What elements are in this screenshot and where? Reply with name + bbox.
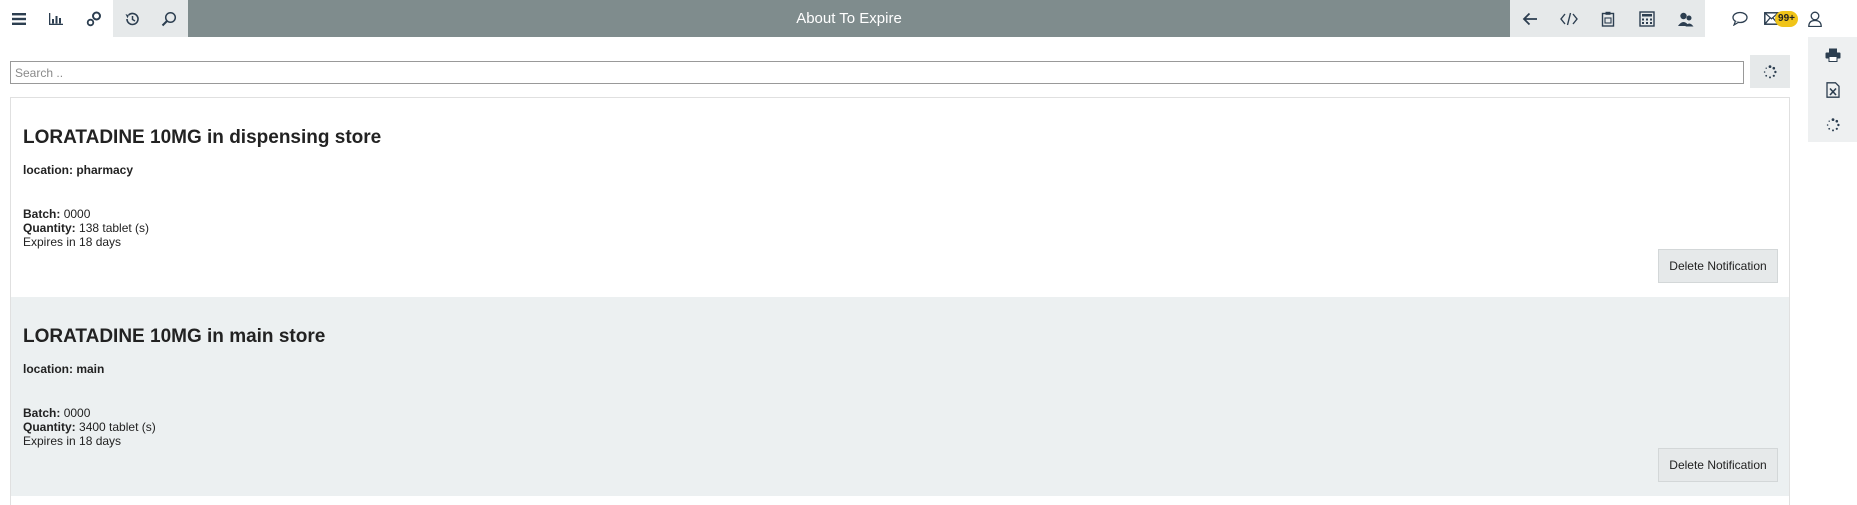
notification-title: LORATADINE 10MG in dispensing store	[23, 127, 382, 148]
notification-title: LORATADINE 10MG in main store	[23, 326, 326, 347]
mail-count-badge: 99+	[1775, 10, 1798, 27]
expiry-text: Expires in 18 days	[23, 434, 122, 448]
batch-value: 0000	[63, 207, 91, 221]
notification-location: location: main	[23, 362, 105, 376]
bar-chart-icon	[49, 12, 64, 25]
side-tools-panel	[1808, 37, 1857, 142]
loading-icon	[1826, 117, 1840, 132]
quantity-value: 138 tablet (s)	[79, 221, 150, 235]
reports-button[interactable]	[38, 0, 76, 37]
delete-notification-button[interactable]: Delete Notification	[1658, 249, 1778, 283]
print-button[interactable]	[1808, 37, 1857, 72]
users-icon	[1677, 11, 1695, 27]
page-title: About To Expire	[188, 0, 1510, 37]
batch-value: 0000	[63, 406, 91, 420]
code-icon	[1559, 12, 1578, 26]
quantity-line: Quantity: 138 tablet (s)	[23, 221, 149, 235]
notification-details: Batch: 0000 Quantity: 138 tablet (s) Exp…	[23, 207, 149, 249]
calculator-icon	[1638, 10, 1655, 27]
settings-icon	[86, 11, 102, 27]
loading-spinner-icon	[1763, 64, 1777, 79]
notification-details: Batch: 0000 Quantity: 3400 tablet (s) Ex…	[23, 406, 156, 448]
print-icon	[1825, 48, 1841, 62]
menu-button[interactable]	[0, 0, 38, 37]
search-row	[10, 61, 1744, 84]
refresh-button[interactable]	[1750, 55, 1790, 88]
history-button[interactable]	[112, 0, 151, 37]
batch-line: Batch: 0000	[23, 207, 149, 221]
toolbar-left-group	[0, 0, 188, 37]
expiry-text: Expires in 18 days	[23, 235, 122, 249]
notification-list: LORATADINE 10MG in dispensing store loca…	[10, 97, 1790, 505]
top-toolbar: About To Expire 99+	[0, 0, 1857, 37]
quantity-label: Quantity:	[23, 420, 76, 434]
toolbar-right-group	[1510, 0, 1705, 37]
search-button[interactable]	[150, 0, 188, 37]
back-button[interactable]	[1510, 0, 1549, 37]
batch-label: Batch:	[23, 207, 61, 221]
side-refresh-button[interactable]	[1808, 107, 1857, 142]
history-icon	[124, 11, 140, 27]
batch-label: Batch:	[23, 406, 61, 420]
quantity-label: Quantity:	[23, 221, 76, 235]
user-icon	[1808, 11, 1822, 27]
search-input[interactable]	[10, 61, 1744, 84]
search-icon	[161, 11, 177, 27]
clipboard-button[interactable]	[1588, 0, 1627, 37]
notification-location: location: pharmacy	[23, 163, 134, 177]
quantity-line: Quantity: 3400 tablet (s)	[23, 420, 156, 434]
user-profile-button[interactable]	[1804, 0, 1826, 37]
menu-icon	[11, 12, 26, 25]
settings-button[interactable]	[75, 0, 113, 37]
excel-export-icon	[1825, 81, 1840, 98]
toolbar-far-group: 99+	[1722, 0, 1857, 37]
mail-button[interactable]: 99+	[1758, 0, 1804, 37]
chat-button[interactable]	[1722, 0, 1758, 37]
users-button[interactable]	[1666, 0, 1705, 37]
code-button[interactable]	[1549, 0, 1588, 37]
calculator-button[interactable]	[1627, 0, 1666, 37]
back-arrow-icon	[1522, 12, 1538, 26]
batch-line: Batch: 0000	[23, 406, 156, 420]
notification-card: LORATADINE 10MG in dispensing store loca…	[11, 98, 1789, 297]
notification-card: LORATADINE 10MG in main store location: …	[11, 297, 1789, 496]
excel-export-button[interactable]	[1808, 72, 1857, 107]
delete-notification-button[interactable]: Delete Notification	[1658, 448, 1778, 482]
quantity-value: 3400 tablet (s)	[79, 420, 156, 434]
chat-icon	[1732, 11, 1748, 26]
clipboard-icon	[1601, 11, 1615, 27]
